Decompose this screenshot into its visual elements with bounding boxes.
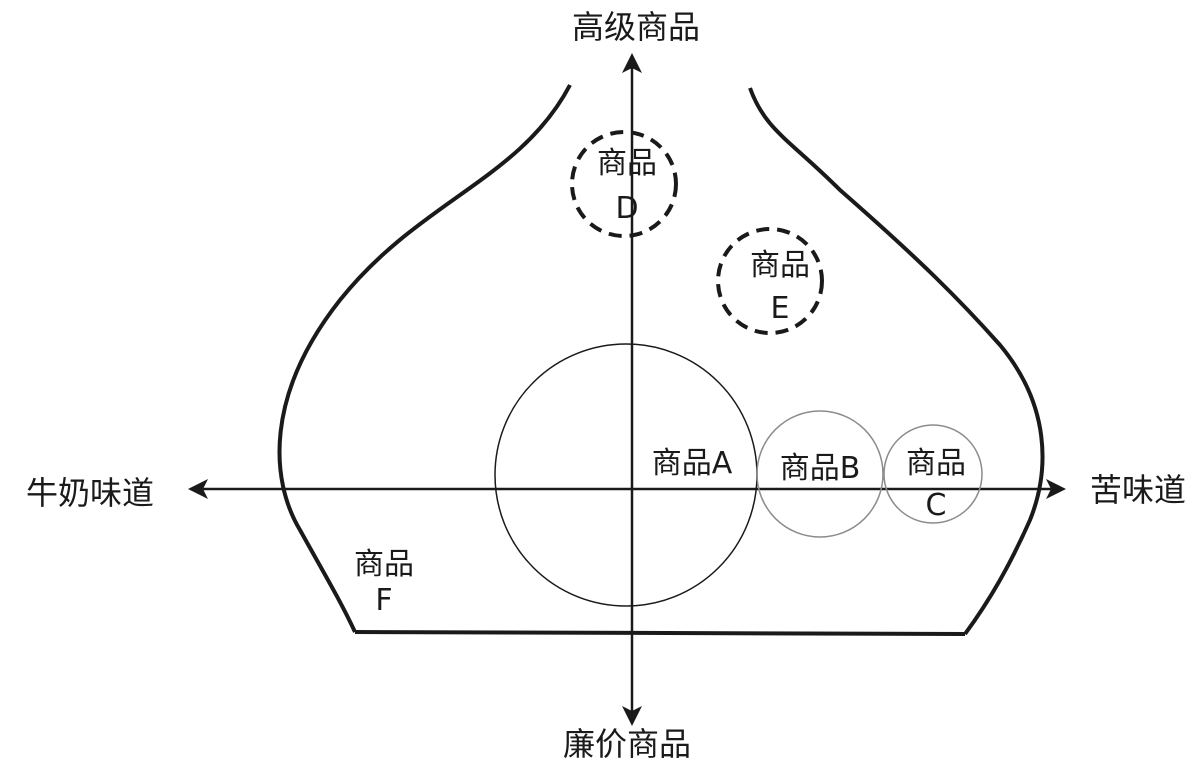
product-d-label-line2: D	[615, 191, 638, 226]
market-boundary-bottom	[354, 630, 966, 636]
product-c-label-line1: 商品	[906, 446, 966, 481]
product-f-label-line1: 商品	[354, 547, 414, 582]
product-c-label-line2: C	[926, 488, 947, 523]
product-e-label-line1: 商品	[750, 248, 810, 283]
positioning-map: 高级商品 廉价商品 牛奶味道 苦味道 商品A 商品B 商品 C 商品 D 商品 …	[26, 8, 1186, 763]
axis-label-top: 高级商品	[572, 8, 700, 46]
axis-label-right: 苦味道	[1090, 471, 1186, 509]
product-f-label-line2: F	[375, 583, 392, 618]
product-d-label-line1: 商品	[597, 146, 657, 181]
axis-label-left: 牛奶味道	[26, 474, 154, 512]
product-e-label-line2: E	[771, 291, 790, 326]
market-boundary-right	[748, 87, 1045, 636]
market-boundary-left	[277, 84, 572, 633]
axis-label-bottom: 廉价商品	[563, 725, 691, 763]
product-a-label: 商品A	[652, 446, 733, 481]
product-b-label: 商品B	[780, 451, 861, 486]
